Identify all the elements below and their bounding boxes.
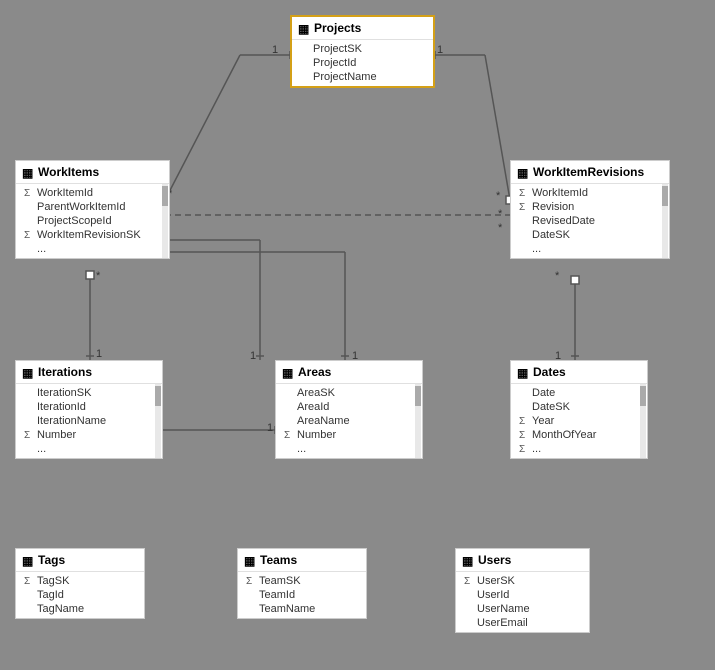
field-projectscopeid: ProjectScopeId — [16, 214, 161, 228]
field-iter-number: Σ Number — [16, 428, 154, 442]
field-projectid: ProjectId — [292, 56, 433, 70]
field-date: Date — [511, 386, 639, 400]
rel-label-wi-wir-right: * — [498, 208, 502, 220]
rel-label-areas-1: 1 — [250, 350, 256, 362]
table-projects-body: ProjectSK ProjectId ProjectName — [292, 40, 433, 86]
table-users[interactable]: ▦ Users Σ UserSK UserId UserName UserEma… — [455, 548, 590, 633]
field-username: UserName — [456, 602, 589, 616]
table-areas-name: Areas — [298, 365, 331, 379]
table-iterations-body: IterationSK IterationId IterationName Σ … — [16, 384, 162, 458]
field-wir-datesk: DateSK — [511, 228, 661, 242]
field-year: Σ Year — [511, 414, 639, 428]
field-tagsk: Σ TagSK — [16, 574, 144, 588]
table-tags[interactable]: ▦ Tags Σ TagSK TagId TagName — [15, 548, 145, 619]
rel-label-wi-iter-star: * — [96, 270, 100, 282]
field-dates-more: Σ ... — [511, 442, 639, 456]
table-workitems[interactable]: ▦ WorkItems Σ WorkItemId ParentWorkItemI… — [15, 160, 170, 259]
table-teams-header: ▦ Teams — [238, 549, 366, 572]
table-icon-projects: ▦ — [298, 22, 310, 34]
table-dates-name: Dates — [533, 365, 566, 379]
table-icon-areas: ▦ — [282, 366, 294, 378]
table-users-name: Users — [478, 553, 511, 567]
table-areas-body: AreaSK AreaId AreaName Σ Number ... — [276, 384, 422, 458]
rel-label-wi-wir-dashed-right: * — [498, 222, 502, 234]
field-iter-more: ... — [16, 442, 154, 456]
field-monthofyear: Σ MonthOfYear — [511, 428, 639, 442]
table-users-header: ▦ Users — [456, 549, 589, 572]
field-usersk: Σ UserSK — [456, 574, 589, 588]
table-projects-name: Projects — [314, 21, 361, 35]
field-wir-reviseddate: RevisedDate — [511, 214, 661, 228]
table-icon-tags: ▦ — [22, 554, 34, 566]
table-tags-body: Σ TagSK TagId TagName — [16, 572, 144, 618]
field-wir-revision: Σ Revision — [511, 200, 661, 214]
table-projects[interactable]: ▦ Projects ProjectSK ProjectId ProjectNa… — [290, 15, 435, 88]
table-iterations-header: ▦ Iterations — [16, 361, 162, 384]
table-teams[interactable]: ▦ Teams Σ TeamSK TeamId TeamName — [237, 548, 367, 619]
table-workitemrevisions-header: ▦ WorkItemRevisions — [511, 161, 669, 184]
rel-label-projects-wir-1: 1 — [437, 44, 443, 56]
rel-label-wir-dates-star: * — [555, 270, 559, 282]
rel-label-projects-wi-1: 1 — [272, 44, 278, 56]
field-wi-more: ... — [16, 242, 161, 256]
table-icon-iterations: ▦ — [22, 366, 34, 378]
rel-label-wir-star: * — [496, 190, 500, 202]
field-areask: AreaSK — [276, 386, 414, 400]
diagram-canvas: 1 * 1 * 1 * * * * 1 * 1 * 1 * 1 1 1 ▦ Pr… — [0, 0, 715, 670]
field-areas-more: ... — [276, 442, 414, 456]
field-workitemid: Σ WorkItemId — [16, 186, 161, 200]
table-icon-teams: ▦ — [244, 554, 256, 566]
table-dates[interactable]: ▦ Dates Date DateSK Σ Year Σ MonthOfYear… — [510, 360, 648, 459]
table-icon-dates: ▦ — [517, 366, 529, 378]
table-icon-wir: ▦ — [517, 166, 529, 178]
table-users-body: Σ UserSK UserId UserName UserEmail — [456, 572, 589, 632]
field-userid: UserId — [456, 588, 589, 602]
table-teams-body: Σ TeamSK TeamId TeamName — [238, 572, 366, 618]
table-tags-header: ▦ Tags — [16, 549, 144, 572]
table-teams-name: Teams — [260, 553, 297, 567]
table-workitems-header: ▦ WorkItems — [16, 161, 169, 184]
table-areas-header: ▦ Areas — [276, 361, 422, 384]
table-iterations-name: Iterations — [38, 365, 92, 379]
table-icon-workitems: ▦ — [22, 166, 34, 178]
table-wir-body: Σ WorkItemId Σ Revision RevisedDate Date… — [511, 184, 669, 258]
field-iterationsk: IterationSK — [16, 386, 154, 400]
field-projectsk: ProjectSK — [292, 42, 433, 56]
field-teamname: TeamName — [238, 602, 366, 616]
field-tagid: TagId — [16, 588, 144, 602]
field-areas-number: Σ Number — [276, 428, 414, 442]
field-areaid: AreaId — [276, 400, 414, 414]
table-tags-name: Tags — [38, 553, 65, 567]
field-parentworkitemid: ParentWorkItemId — [16, 200, 161, 214]
field-workitemrevisionsk: Σ WorkItemRevisionSK — [16, 228, 161, 242]
field-wir-more: ... — [511, 242, 661, 256]
field-teamsk: Σ TeamSK — [238, 574, 366, 588]
field-tagname: TagName — [16, 602, 144, 616]
field-teamid: TeamId — [238, 588, 366, 602]
field-wir-workitemid: Σ WorkItemId — [511, 186, 661, 200]
table-workitems-name: WorkItems — [38, 165, 99, 179]
table-iterations[interactable]: ▦ Iterations IterationSK IterationId Ite… — [15, 360, 163, 459]
field-datesk: DateSK — [511, 400, 639, 414]
field-iterationid: IterationId — [16, 400, 154, 414]
table-wir-name: WorkItemRevisions — [533, 165, 644, 179]
table-icon-users: ▦ — [462, 554, 474, 566]
field-iterationname: IterationName — [16, 414, 154, 428]
table-areas[interactable]: ▦ Areas AreaSK AreaId AreaName Σ Number — [275, 360, 423, 459]
rel-label-areas-iter-1: 1 — [267, 422, 273, 434]
table-dates-body: Date DateSK Σ Year Σ MonthOfYear Σ ... — [511, 384, 647, 458]
table-dates-header: ▦ Dates — [511, 361, 647, 384]
table-workitems-body: Σ WorkItemId ParentWorkItemId ProjectSco… — [16, 184, 169, 258]
table-workitemrevisions[interactable]: ▦ WorkItemRevisions Σ WorkItemId Σ Revis… — [510, 160, 670, 259]
field-projectname: ProjectName — [292, 70, 433, 84]
field-areaname: AreaName — [276, 414, 414, 428]
rel-label-wi-iter-1: 1 — [96, 348, 102, 360]
table-projects-header: ▦ Projects — [292, 17, 433, 40]
field-useremail: UserEmail — [456, 616, 589, 630]
